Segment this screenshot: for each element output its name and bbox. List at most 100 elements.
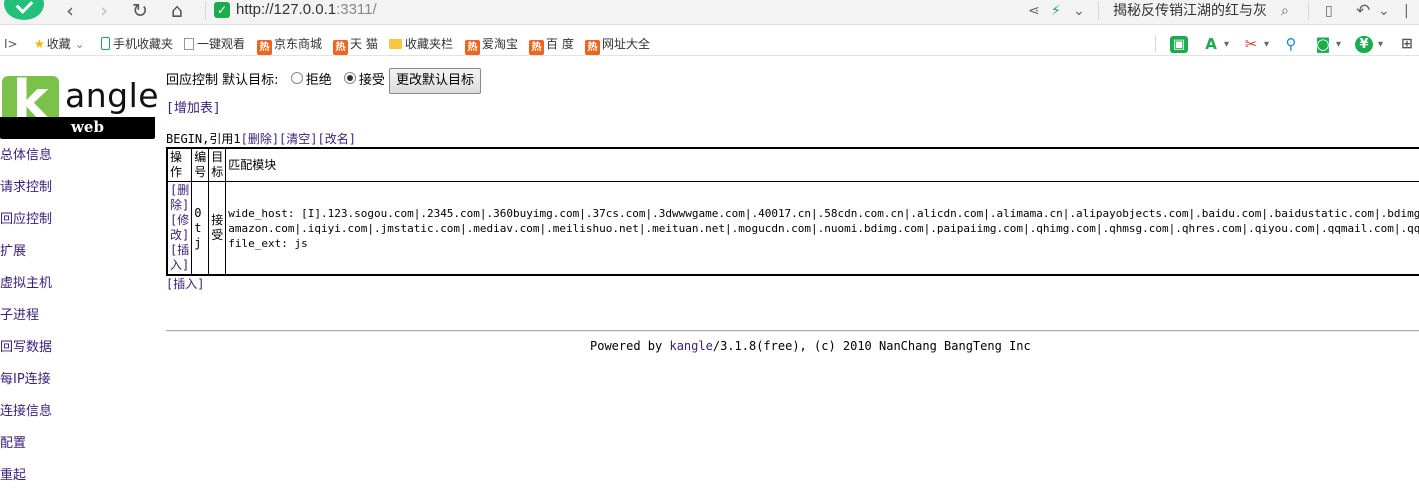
row-extra: tj bbox=[194, 220, 202, 250]
menu-item-overview[interactable]: 总体信息 bbox=[0, 148, 52, 180]
side-menu: 总体信息 请求控制 回应控制 扩展 虚拟主机 子进程 回写数据 每IP连接 连接… bbox=[0, 148, 52, 500]
favorite-label: 手机收藏夹 bbox=[113, 37, 174, 51]
row-id: 0 bbox=[194, 205, 202, 220]
magnifier-icon[interactable]: ⚲ bbox=[1282, 36, 1300, 53]
delete-table-link[interactable]: [删除] bbox=[241, 132, 279, 146]
favorite-item-folder[interactable]: 收藏夹栏 bbox=[389, 33, 453, 55]
screenshot-icon[interactable]: ▣ bbox=[1170, 36, 1188, 53]
menu-item-response-control[interactable]: 回应控制 bbox=[0, 212, 52, 244]
page-icon bbox=[184, 38, 194, 50]
scissors-icon[interactable]: ✂ bbox=[1242, 36, 1260, 53]
undo-icon[interactable]: ↶ bbox=[1356, 1, 1370, 21]
chevron-down-icon[interactable]: ⌄ bbox=[1378, 1, 1390, 21]
chevron-down-icon[interactable]: ⌄ bbox=[1073, 1, 1085, 21]
favorite-item-hao[interactable]: 热网址大全 bbox=[585, 33, 650, 55]
browser-logo-icon[interactable] bbox=[4, 0, 44, 20]
kangle-link[interactable]: kangle bbox=[669, 339, 712, 353]
default-target-row: 回应控制 默认目标: 拒绝 接受 更改默认目标 bbox=[166, 68, 1419, 94]
sidebar-toggle-icon[interactable]: I> bbox=[4, 33, 18, 55]
back-icon[interactable]: ‹ bbox=[58, 0, 82, 22]
footer-prefix: Powered by bbox=[590, 339, 670, 353]
default-target-label: 默认目标: bbox=[222, 73, 279, 88]
menu-item-per-ip[interactable]: 每IP连接 bbox=[0, 372, 52, 404]
divider bbox=[1098, 2, 1099, 20]
radio-reject[interactable] bbox=[290, 72, 303, 84]
secure-shield-icon: ✓ bbox=[214, 2, 230, 18]
hot-icon: 热 bbox=[333, 40, 348, 55]
apps-grid-icon[interactable]: ⊞ bbox=[1398, 36, 1416, 53]
favorite-item-baidu[interactable]: 热百 度 bbox=[529, 33, 574, 55]
money-icon[interactable]: ¥ bbox=[1355, 36, 1373, 53]
hot-icon: 热 bbox=[257, 40, 272, 55]
menu-item-connections[interactable]: 连接信息 bbox=[0, 404, 52, 436]
favorite-item-watch[interactable]: 一键观看 bbox=[184, 33, 245, 55]
table-header-row: 操作 编号 目标 匹配模块 bbox=[166, 147, 1419, 182]
favorite-label: 一键观看 bbox=[197, 37, 246, 51]
menu-item-extensions[interactable]: 扩展 bbox=[0, 244, 52, 276]
search-icon[interactable]: ⌕ bbox=[1281, 1, 1289, 21]
favorite-label: 京东商城 bbox=[274, 37, 323, 51]
address-bar[interactable]: http://127.0.0.1:3311/ bbox=[236, 1, 377, 18]
footer-suffix: /3.1.8(free), (c) 2010 NanChang BangTeng… bbox=[712, 339, 1031, 353]
translate-icon[interactable]: A bbox=[1202, 36, 1220, 53]
favorite-item-jd[interactable]: 热京东商城 bbox=[257, 33, 322, 55]
home-icon[interactable]: ⌂ bbox=[165, 0, 189, 22]
chevron-down-icon[interactable]: ▾ bbox=[1224, 35, 1229, 55]
favorites-bar: I> ★ 收藏 ⌄ 手机收藏夹 一键观看 热京东商城 热天 猫 收藏夹栏 热爱淘宝… bbox=[0, 33, 1419, 56]
rename-table-link[interactable]: [改名] bbox=[318, 132, 356, 146]
speed-icon[interactable]: ⚡ bbox=[1051, 1, 1061, 21]
clear-table-link[interactable]: [清空] bbox=[279, 132, 317, 146]
row-insert-link[interactable]: [插入] bbox=[170, 243, 189, 272]
hot-icon: 热 bbox=[465, 40, 480, 55]
search-headline[interactable]: 揭秘反传销江湖的红与灰 bbox=[1113, 1, 1267, 21]
menu-item-request-control[interactable]: 请求控制 bbox=[0, 180, 52, 212]
menu-item-subprocess[interactable]: 子进程 bbox=[0, 308, 52, 340]
share-icon[interactable]: ⋖ bbox=[1028, 1, 1040, 21]
mobile-icon[interactable]: ▯ bbox=[1325, 1, 1333, 21]
favorite-item-collect[interactable]: ★ 收藏 ⌄ bbox=[34, 33, 85, 55]
forward-icon[interactable]: › bbox=[92, 0, 116, 22]
favorite-item-aitaobao[interactable]: 热爱淘宝 bbox=[465, 33, 518, 55]
favorite-label: 百 度 bbox=[546, 37, 574, 51]
change-default-target-button[interactable]: 更改默认目标 bbox=[389, 68, 482, 94]
chevron-down-icon[interactable]: ▾ bbox=[1264, 35, 1269, 55]
row-actions: [删除] [修改] [插入] bbox=[166, 181, 193, 276]
add-table-link[interactable]: [增加表] bbox=[166, 101, 221, 116]
radio-accept[interactable] bbox=[343, 72, 356, 84]
reload-icon[interactable]: ↻ bbox=[128, 0, 152, 22]
row-target: 接受 bbox=[208, 181, 227, 276]
section-title: 回应控制 bbox=[166, 73, 219, 88]
favorite-label: 收藏夹栏 bbox=[405, 37, 454, 51]
menu-item-restart[interactable]: 重起 bbox=[0, 468, 52, 500]
table-name: BEGIN, bbox=[166, 132, 210, 146]
favorite-label: 天 猫 bbox=[350, 37, 378, 51]
gamepad-icon[interactable]: ◙ bbox=[1314, 36, 1332, 53]
main-content: 回应控制 默认目标: 拒绝 接受 更改默认目标 [增加表] BEGIN,引用1[… bbox=[166, 68, 1419, 292]
kangle-logo-name: angle bbox=[65, 76, 160, 115]
favorite-label: 收藏 bbox=[46, 37, 71, 51]
hot-icon: 热 bbox=[529, 40, 544, 55]
favorite-item-mobile[interactable]: 手机收藏夹 bbox=[101, 33, 173, 55]
footer: Powered by kangle/3.1.8(free), (c) 2010 … bbox=[590, 339, 1031, 353]
favorite-item-tmall[interactable]: 热天 猫 bbox=[333, 33, 378, 55]
minimize-icon[interactable]: | bbox=[1404, 1, 1409, 21]
chevron-down-icon[interactable]: ▾ bbox=[1336, 35, 1341, 55]
rules-table: 操作 编号 目标 匹配模块 [删除] [修改] [插入] 0 tj 接受 wide… bbox=[166, 147, 1419, 276]
chevron-down-icon[interactable]: ▾ bbox=[1378, 35, 1383, 55]
menu-item-writeback[interactable]: 回写数据 bbox=[0, 340, 52, 372]
row-edit-link[interactable]: [修改] bbox=[170, 213, 189, 242]
divider bbox=[1308, 2, 1309, 20]
menu-item-config[interactable]: 配置 bbox=[0, 436, 52, 468]
url-host: http://127.0.0.1 bbox=[236, 1, 337, 18]
browser-toolbar: ‹ › ↻ ⌂ ✓ http://127.0.0.1:3311/ ⋖ ⚡ ⌄ 揭… bbox=[0, 0, 1419, 25]
row-delete-link[interactable]: [删除] bbox=[170, 183, 189, 212]
star-icon: ★ bbox=[34, 37, 45, 51]
divider bbox=[1155, 35, 1156, 53]
radio-accept-label: 接受 bbox=[358, 73, 385, 88]
match-line-host-cont: amazon.com|.iqiyi.com|.jmstatic.com|.med… bbox=[228, 221, 1419, 235]
table-ref: 引用1 bbox=[209, 132, 241, 146]
match-line-host: wide_host: [I].123.sogou.com|.2345.com|.… bbox=[228, 206, 1419, 220]
menu-item-virtual-hosts[interactable]: 虚拟主机 bbox=[0, 276, 52, 308]
favorite-label: 网址大全 bbox=[602, 37, 651, 51]
insert-rule-link[interactable]: [插入] bbox=[166, 277, 204, 291]
